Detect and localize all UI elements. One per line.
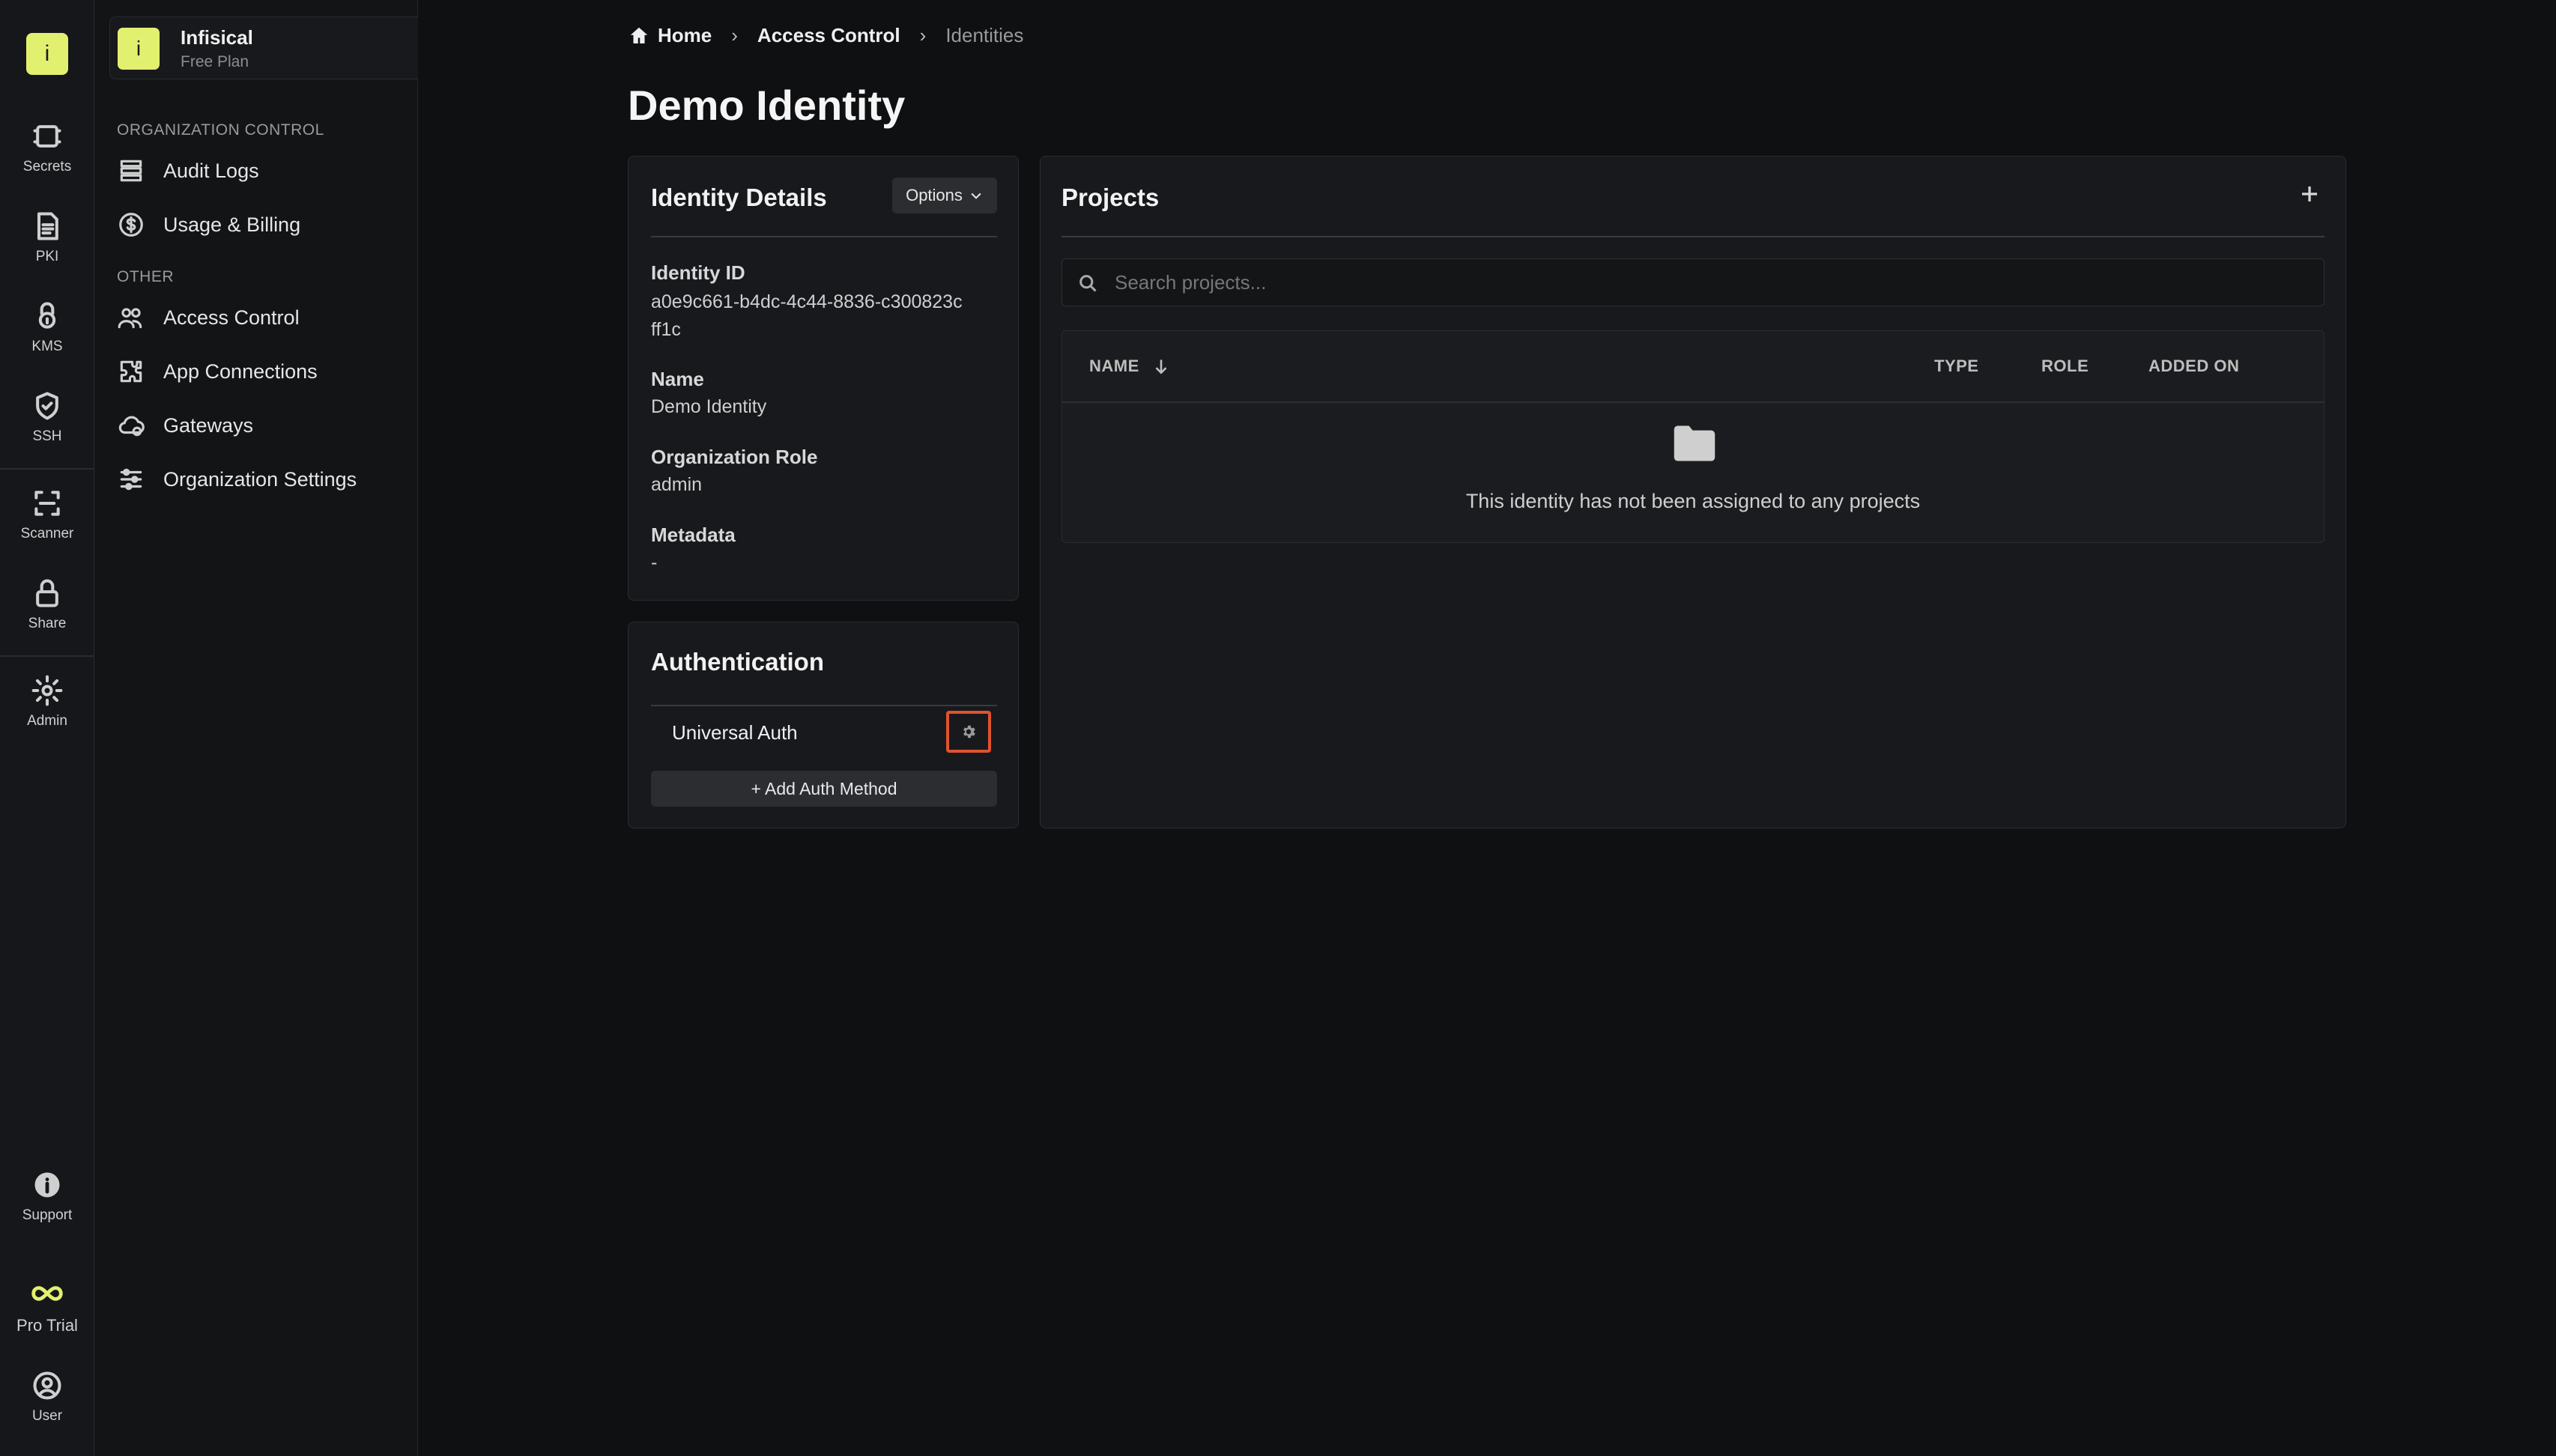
user-icon: [33, 1371, 61, 1400]
project-search: [1062, 258, 2325, 306]
identity-details-title: Identity Details: [651, 183, 827, 211]
add-project-button[interactable]: [2295, 179, 2325, 209]
org-name: Infisical: [181, 26, 253, 49]
page-title: Demo Identity: [628, 82, 906, 129]
chevron-down-icon: [971, 192, 981, 199]
rail-item-kms[interactable]: KMS: [0, 300, 94, 355]
main-content: Home › Access Control › Identities Demo …: [418, 0, 2556, 1456]
stack-icon: [120, 160, 142, 182]
metadata-value: -: [651, 552, 658, 573]
users-icon: [118, 308, 142, 329]
rail-item-pro-trial[interactable]: Pro Trial: [0, 1277, 94, 1335]
vault-icon: [33, 125, 61, 148]
auth-method-name: Universal Auth: [672, 721, 798, 744]
rail-item-support[interactable]: Support: [0, 1168, 94, 1224]
key-lock-icon: [38, 302, 56, 329]
chevron-right-icon: ›: [731, 24, 738, 46]
organization-role-label: Organization Role: [651, 446, 818, 468]
projects-table: NAME TYPE ROLE ADDED ON This identity ha…: [1062, 330, 2325, 543]
sliders-icon: [120, 468, 142, 491]
rail-divider: [0, 468, 94, 470]
identity-details-card: Identity Details Options Identity ID a0e…: [628, 156, 1019, 601]
organization-role-value: admin: [651, 474, 703, 495]
org-avatar: i: [118, 28, 160, 70]
cloud-icon: [118, 416, 145, 437]
name-value: Demo Identity: [651, 396, 767, 417]
rail-item-pki[interactable]: PKI: [0, 210, 94, 265]
table-header: NAME TYPE ROLE ADDED ON: [1062, 331, 2324, 403]
breadcrumb-access-control[interactable]: Access Control: [757, 24, 900, 47]
empty-state-message: This identity has not been assigned to a…: [1465, 490, 1921, 512]
gear-icon: [963, 725, 975, 738]
identity-id-value: a0e9c661-b4dc-4c44-8836-c300823cff1c: [651, 291, 963, 340]
search-input[interactable]: [1115, 259, 2313, 306]
rail-item-admin[interactable]: Admin: [0, 674, 94, 729]
search-icon: [1079, 275, 1097, 292]
authentication-title: Authentication: [651, 648, 824, 676]
scan-icon: [34, 491, 60, 516]
projects-card: Projects NAME TYPE ROLE ADDED ON This id…: [1040, 156, 2346, 828]
rail-divider: [0, 655, 94, 657]
column-header-type: TYPE: [1934, 357, 1979, 375]
shield-check-icon: [36, 392, 58, 420]
authentication-card: Authentication Universal Auth + Add Auth…: [628, 622, 1019, 828]
rail-item-user[interactable]: User: [0, 1369, 94, 1425]
nav-section-organization-control: ORGANIZATION CONTROL: [117, 121, 324, 139]
folder-icon: [1672, 424, 1717, 463]
breadcrumb-home[interactable]: Home: [658, 24, 712, 47]
metadata-label: Metadata: [651, 524, 736, 546]
breadcrumb: Home › Access Control › Identities: [628, 24, 1023, 47]
chevron-right-icon: ›: [919, 24, 927, 46]
infinity-icon: [31, 1286, 63, 1301]
identity-id-label: Identity ID: [651, 261, 745, 284]
breadcrumb-identities[interactable]: Identities: [945, 24, 1023, 47]
rail-item-ssh[interactable]: SSH: [0, 389, 94, 445]
app-logo[interactable]: i: [26, 33, 68, 75]
auth-method-row: Universal Auth: [651, 705, 997, 756]
rail-item-secrets[interactable]: Secrets: [0, 120, 94, 175]
column-header-role: ROLE: [2041, 357, 2089, 375]
add-auth-method-button[interactable]: + Add Auth Method: [651, 771, 997, 807]
side-navigation: i Infisical Free Plan ORGANIZATION CONTR…: [94, 0, 500, 1456]
dollar-icon: [119, 213, 143, 237]
sort-descending-icon: [1155, 360, 1167, 374]
document-icon: [37, 212, 58, 240]
divider: [1062, 236, 2325, 237]
divider: [651, 236, 997, 237]
plus-icon: [2302, 186, 2317, 201]
icon-rail: i Secrets PKI KMS SSH Scanner Share Admi…: [0, 0, 94, 1456]
rail-item-share[interactable]: Share: [0, 577, 94, 632]
rail-item-scanner[interactable]: Scanner: [0, 487, 94, 542]
column-header-added-on: ADDED ON: [2148, 357, 2240, 375]
projects-title: Projects: [1062, 183, 1160, 211]
auth-method-settings-button[interactable]: [946, 711, 991, 753]
nav-section-other: OTHER: [117, 268, 174, 285]
info-icon: [34, 1172, 60, 1198]
column-header-name[interactable]: NAME: [1089, 357, 1171, 376]
home-icon: [630, 27, 648, 43]
gear-icon: [31, 675, 63, 706]
lock-icon: [36, 579, 58, 607]
puzzle-icon: [120, 360, 142, 383]
org-plan: Free Plan: [181, 53, 249, 70]
options-button[interactable]: Options: [892, 178, 997, 213]
name-label: Name: [651, 368, 704, 390]
